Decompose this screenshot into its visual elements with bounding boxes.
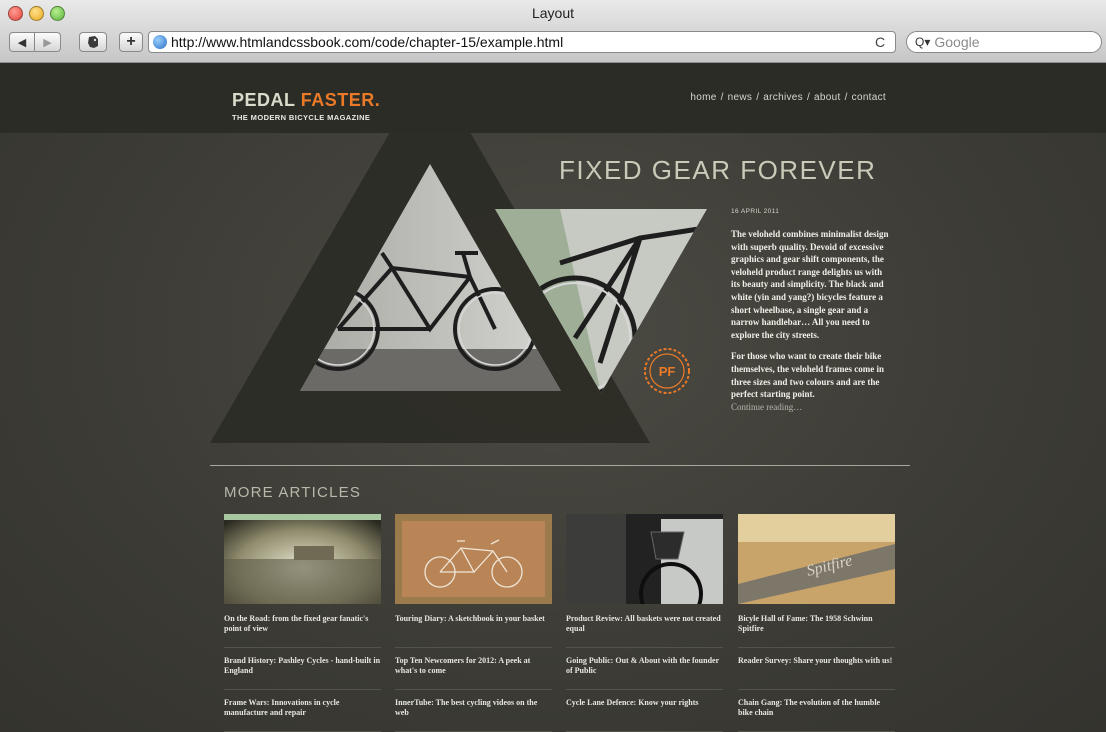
continue-reading-link[interactable]: Continue reading… (731, 402, 802, 412)
pf-badge-icon: PF (644, 348, 690, 394)
nav-separator: / (756, 92, 760, 103)
nav-separator: / (720, 92, 724, 103)
article-body: The veloheld combines minimalist design … (731, 228, 891, 422)
article-paragraph: The veloheld combines minimalist design … (731, 229, 889, 340)
article-title: FIXED GEAR FOREVER (559, 155, 877, 185)
article-link[interactable]: Bicyle Hall of Fame: The 1958 Schwinn Sp… (738, 614, 895, 648)
nav-link-news[interactable]: news (728, 92, 753, 103)
articles-column-4: Bicyle Hall of Fame: The 1958 Schwinn Sp… (738, 614, 895, 732)
evernote-elephant-icon (88, 36, 98, 48)
section-divider (210, 465, 910, 466)
article-link[interactable]: Touring Diary: A sketchbook in your bask… (395, 614, 552, 648)
back-arrow-icon: ◀ (17, 36, 27, 49)
hero-artwork: PF (210, 63, 707, 443)
nav-separator: / (806, 92, 811, 103)
search-icon: Q▾ (915, 35, 931, 49)
pf-badge-text: PF (659, 364, 676, 379)
history-nav: ◀ ▶ (9, 32, 61, 52)
article-thumbnail-spitfire[interactable]: Spitfire (738, 514, 895, 604)
logo-word-pedal: PEDAL (232, 90, 296, 110)
nav-link-archives[interactable]: archives (763, 92, 803, 103)
article-link[interactable]: Cycle Lane Defence: Know your rights (566, 698, 723, 732)
url-text[interactable]: http://www.htmlandcssbook.com/code/chapt… (171, 34, 871, 50)
search-placeholder: Google (934, 34, 980, 50)
forward-button[interactable]: ▶ (35, 32, 61, 52)
article-thumbnail-basket[interactable] (566, 514, 723, 604)
site-logo[interactable]: PEDAL FASTER. THE MODERN BICYCLE MAGAZIN… (232, 90, 380, 122)
add-bookmark-button[interactable]: + (119, 32, 143, 52)
article-link[interactable]: InnerTube: The best cycling videos on th… (395, 698, 552, 732)
articles-column-1: On the Road: from the fixed gear fanatic… (224, 614, 381, 732)
nav-link-contact[interactable]: contact (852, 92, 886, 103)
article-link[interactable]: Product Review: All baskets were not cre… (566, 614, 723, 648)
reload-icon[interactable]: C (871, 34, 889, 50)
forward-arrow-icon: ▶ (43, 36, 52, 49)
article-paragraph: For those who want to create their bike … (731, 350, 891, 413)
article-link[interactable]: On the Road: from the fixed gear fanatic… (224, 614, 381, 648)
article-link[interactable]: Chain Gang: The evolution of the humble … (738, 698, 895, 732)
article-link[interactable]: Frame Wars: Innovations in cycle manufac… (224, 698, 381, 732)
window-title: Layout (531, 5, 575, 21)
article-link[interactable]: Top Ten Newcomers for 2012: A peek at wh… (395, 656, 552, 690)
browser-chrome: Layout ◀ ▶ + http://www.htmlandcssbook.c… (0, 0, 1106, 63)
logo-wordmark: PEDAL FASTER. (232, 90, 380, 111)
back-button[interactable]: ◀ (9, 32, 35, 52)
browser-toolbar: ◀ ▶ + http://www.htmlandcssbook.com/code… (0, 30, 1106, 58)
globe-icon (153, 35, 167, 49)
page-viewport: PF PEDAL FASTER. THE MODERN BICYCLE MAGA… (0, 63, 1106, 732)
site-navigation: home / news / archives / about / contact (690, 92, 886, 103)
articles-column-3: Product Review: All baskets were not cre… (566, 614, 723, 732)
article-thumbnail-road[interactable] (224, 514, 381, 604)
evernote-button[interactable] (79, 32, 107, 52)
article-link[interactable]: Reader Survey: Share your thoughts with … (738, 656, 895, 690)
logo-word-faster: FASTER. (300, 90, 381, 110)
more-articles-heading: MORE ARTICLES (224, 484, 362, 501)
articles-column-2: Touring Diary: A sketchbook in your bask… (395, 614, 552, 732)
article-paragraph-text: For those who want to create their bike … (731, 351, 884, 400)
article-link[interactable]: Going Public: Out & About with the found… (566, 656, 723, 690)
article-thumbnail-sketch[interactable] (395, 514, 552, 604)
nav-link-home[interactable]: home (690, 92, 716, 103)
search-field[interactable]: Q▾ Google (906, 31, 1102, 53)
logo-tagline: THE MODERN BICYCLE MAGAZINE (232, 113, 371, 122)
article-link[interactable]: Brand History: Pashley Cycles - hand-bui… (224, 656, 381, 690)
nav-link-about[interactable]: about (814, 92, 841, 103)
article-date: 16 APRIL 2011 (731, 208, 780, 215)
plus-icon: + (126, 33, 136, 50)
nav-separator: / (844, 92, 848, 103)
address-bar[interactable]: http://www.htmlandcssbook.com/code/chapt… (148, 31, 896, 53)
